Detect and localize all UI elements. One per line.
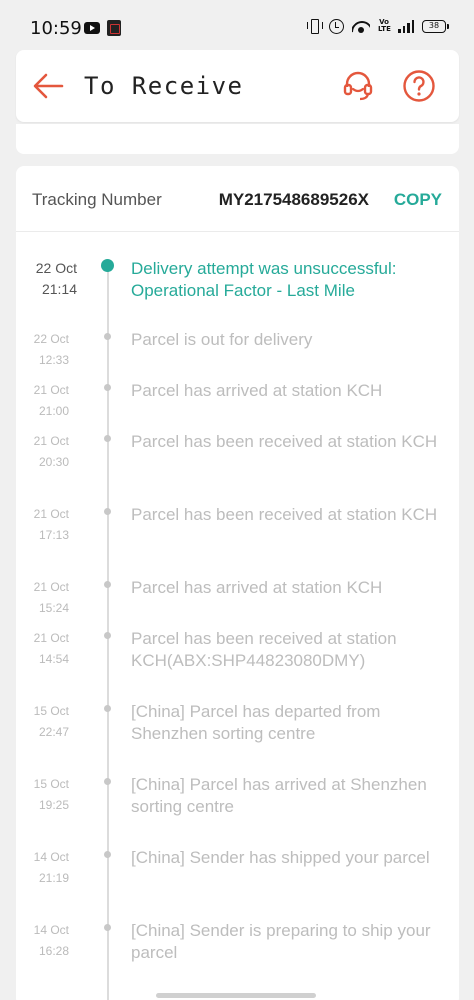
event-description: [China] Sender has shipped your parcel [131,848,430,867]
event-date: 21 Oct 14:54 [33,631,69,666]
event-dot [104,508,111,515]
event-date: 21 Oct 15:24 [33,580,69,615]
event-description: Parcel has arrived at station KCH [131,578,383,597]
event-dot [101,259,114,272]
tracking-number-label: Tracking Number [32,190,162,209]
vibrate-icon [307,18,323,34]
clipped-content [32,124,352,128]
event-dot [104,581,111,588]
event-dot [104,851,111,858]
event-date: 15 Oct 19:25 [33,777,69,812]
event-dot [104,333,111,340]
event-description: [China] Parcel has arrived at Shenzhen s… [131,775,427,816]
event-dot [104,778,111,785]
copy-button[interactable]: COPY [394,190,442,210]
event-description: [China] Sender is preparing to ship your… [131,921,431,962]
event-dot [104,632,111,639]
home-indicator[interactable] [156,993,316,998]
tracking-header: Tracking Number MY217548689526X COPY [16,166,459,232]
event-date: 21 Oct 17:13 [33,507,69,542]
wifi-icon [352,19,370,33]
event-description: Parcel has been received at station KCH(… [131,629,397,670]
event-description: Parcel has been received at station KCH [131,432,438,451]
event-description: Parcel has arrived at station KCH [131,381,383,400]
page-title: To Receive [84,72,244,100]
status-icons: Vo LTE 38 [307,18,449,34]
status-time: 10:59 [30,18,82,39]
arrow-left-icon[interactable] [32,72,64,100]
event-dot [104,924,111,931]
event-description: [China] Parcel has departed from Shenzhe… [131,702,381,743]
header-bar: To Receive [16,50,459,122]
event-date: 15 Oct 22:47 [33,704,69,739]
event-dot [104,435,111,442]
order-info-card [16,124,459,154]
volte-icon: Vo LTE [378,18,391,33]
event-dot [104,384,111,391]
app-notification-icon [107,20,121,36]
question-circle-icon[interactable] [402,69,436,103]
alarm-icon [329,18,344,34]
event-date: 21 Oct 20:30 [33,434,69,469]
headset-icon[interactable] [342,70,374,102]
event-description: Parcel has been received at station KCH [131,505,438,524]
youtube-notification-icon [84,22,100,34]
battery-icon: 38 [422,19,449,33]
event-date: 14 Oct 16:28 [33,923,69,958]
tracking-number-value: MY217548689526X [218,190,369,209]
event-date: 22 Oct 12:33 [33,332,69,367]
event-date: 21 Oct 21:00 [33,383,69,418]
event-date: 22 Oct 21:14 [35,260,77,297]
tracking-card: Tracking Number MY217548689526X COPY 22 … [16,166,459,1000]
signal-icon [398,19,414,33]
event-date: 14 Oct 21:19 [33,850,69,885]
event-description: Parcel is out for delivery [131,330,313,349]
event-description: Delivery attempt was unsuccessful: Opera… [131,259,397,300]
status-bar: 10:59 Vo LTE 38 [0,0,474,50]
event-dot [104,705,111,712]
